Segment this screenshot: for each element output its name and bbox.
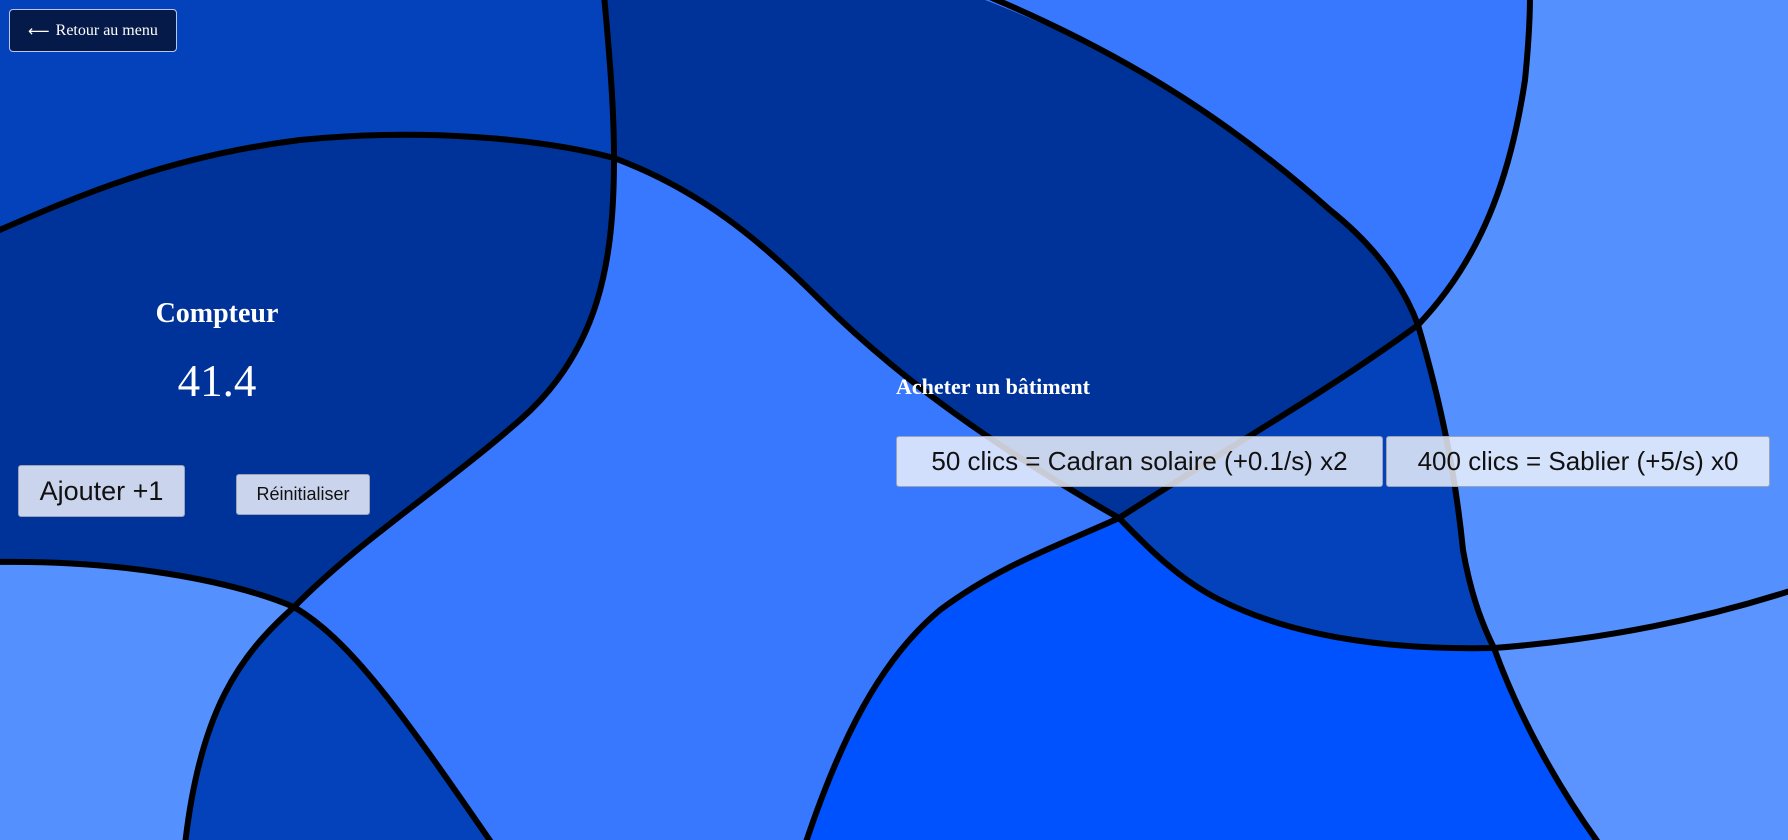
- counter-title: Compteur: [155, 298, 279, 329]
- reset-button[interactable]: Réinitialiser: [236, 474, 370, 515]
- back-to-menu-label: Retour au menu: [55, 21, 158, 39]
- counter-value: 41.4: [177, 356, 257, 406]
- buy-sundial-button[interactable]: 50 clics = Cadran solaire (+0.1/s) x2: [896, 436, 1383, 487]
- back-to-menu-button[interactable]: ⟵ Retour au menu: [9, 9, 177, 52]
- buy-hourglass-button[interactable]: 400 clics = Sablier (+5/s) x0: [1386, 436, 1770, 487]
- add-one-button[interactable]: Ajouter +1: [18, 465, 185, 517]
- background-curves: [0, 0, 1788, 840]
- arrow-left-icon: ⟵: [28, 21, 50, 40]
- shop-title: Acheter un bâtiment: [896, 374, 1090, 399]
